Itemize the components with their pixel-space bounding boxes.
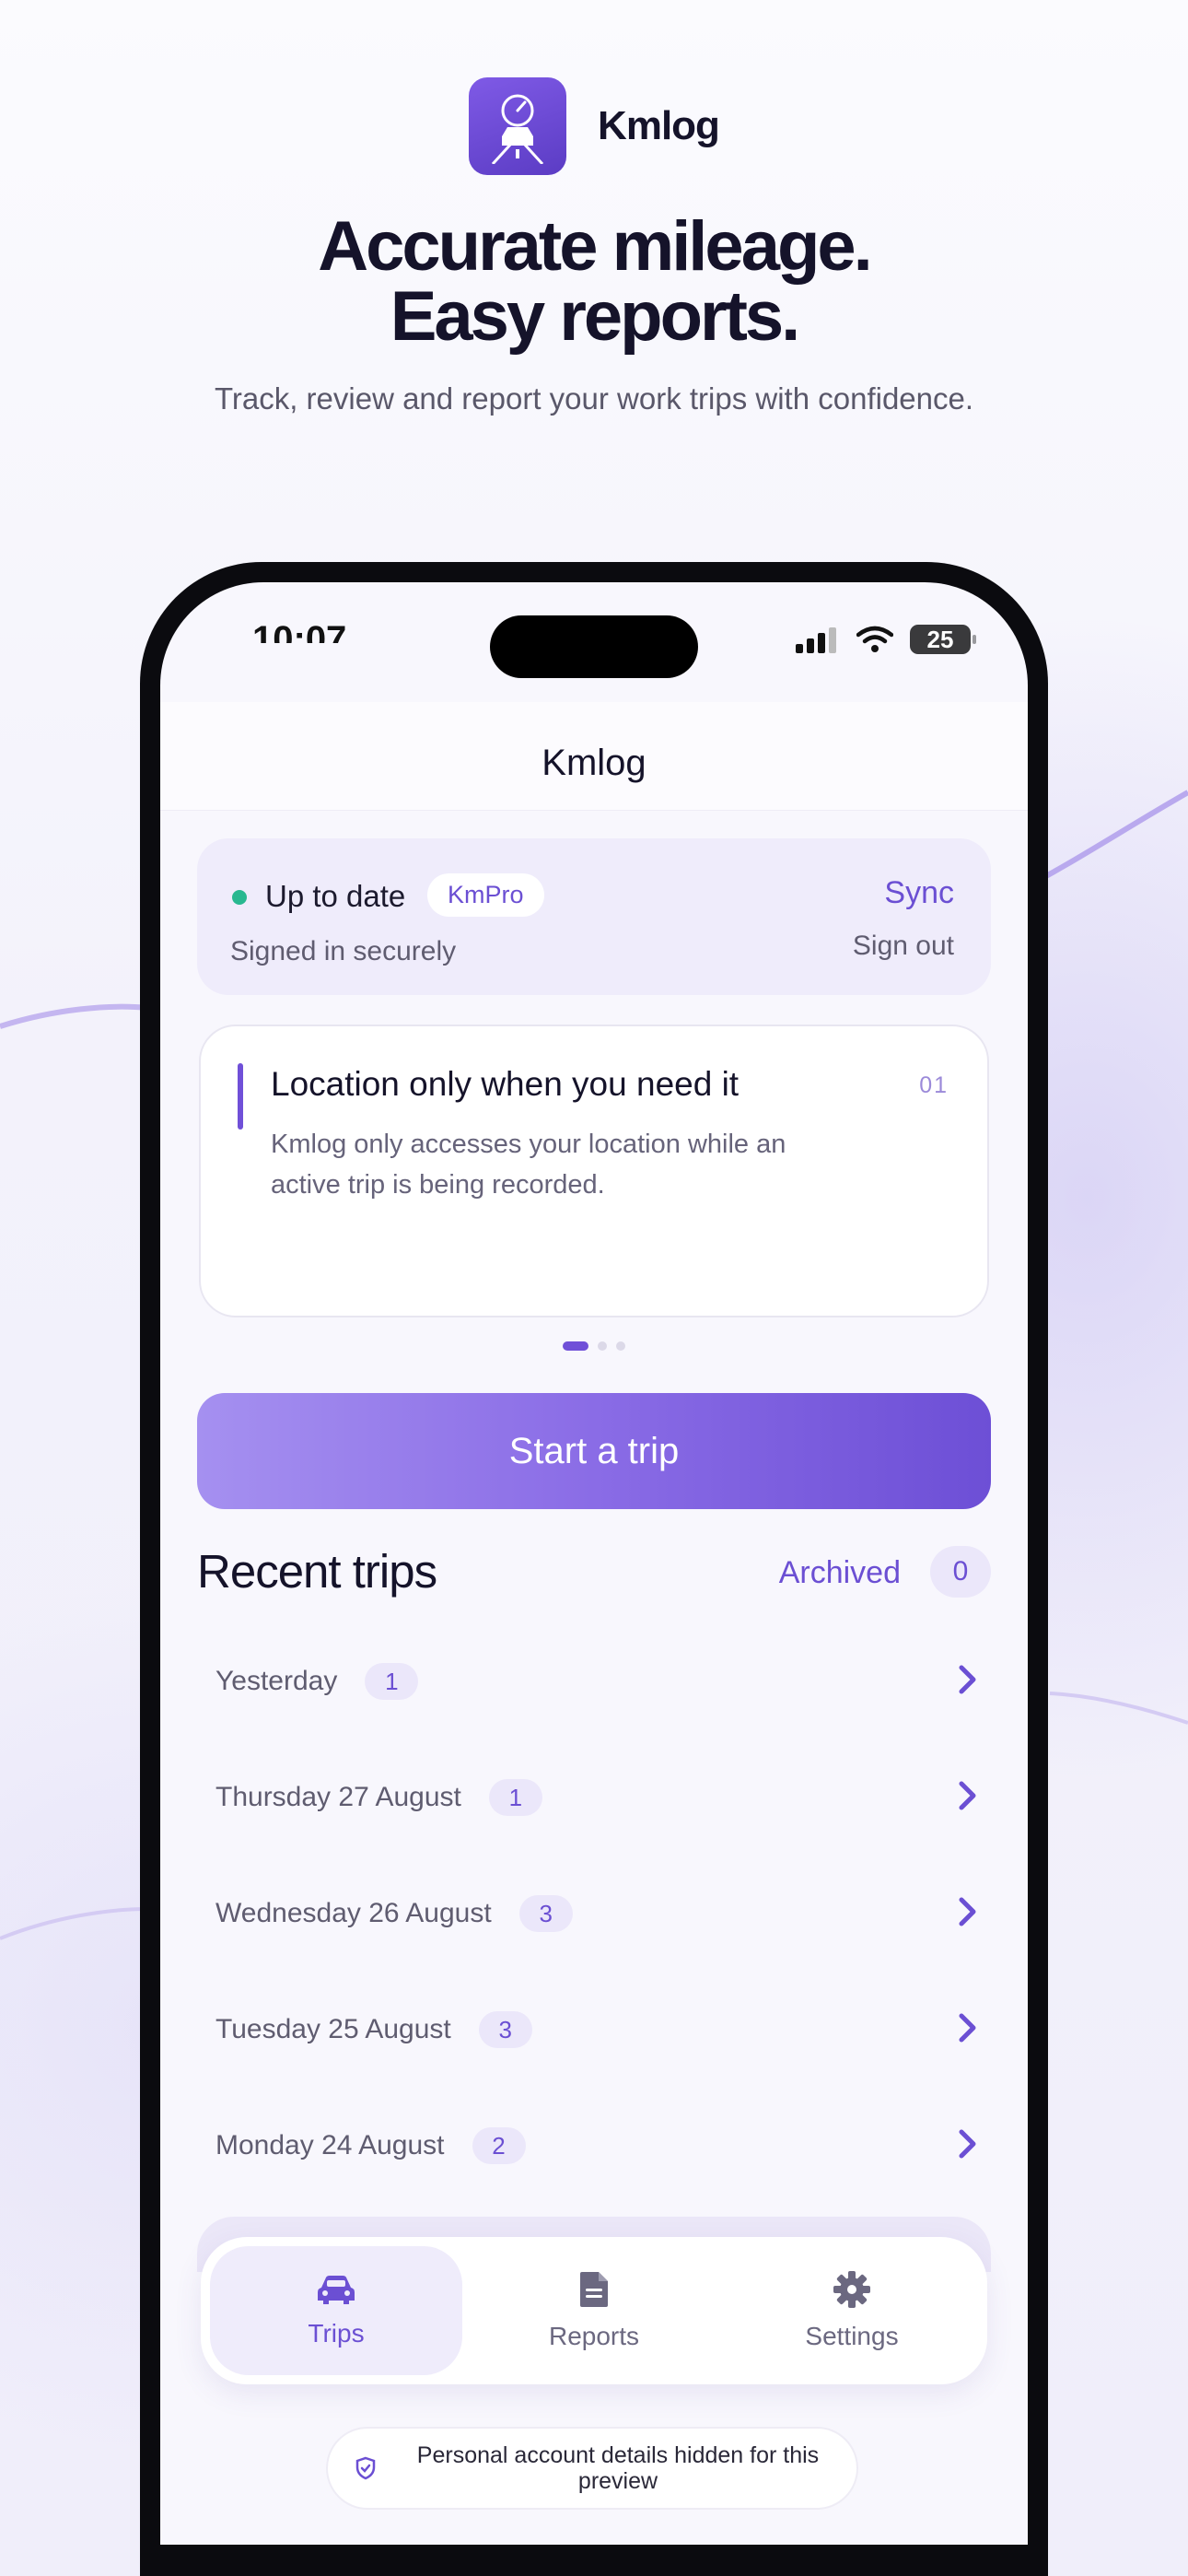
sync-button[interactable]: Sync	[884, 875, 954, 911]
status-dot	[232, 890, 247, 905]
status-time: 10:07	[252, 619, 347, 643]
pager-dot-1[interactable]	[563, 1341, 588, 1351]
tab-label: Reports	[548, 2322, 640, 2350]
signed-in-text: Signed in securely	[230, 936, 457, 966]
plan-badge: KmPro	[427, 873, 544, 917]
start-trip-button[interactable]: Start a trip	[197, 1393, 991, 1509]
trip-day-row[interactable]: Yesterday 1	[197, 1623, 991, 1739]
trip-count-badge: 1	[365, 1663, 419, 1700]
trip-day-row[interactable]: Tuesday 25 August 3	[197, 1972, 991, 2088]
privacy-note: Personal account details hidden for this…	[326, 2427, 858, 2510]
sync-status-card: Up to date KmPro Signed in securely Sync…	[197, 838, 991, 995]
signal-icon	[796, 627, 836, 653]
chevron-right-icon	[959, 2013, 976, 2043]
car-icon	[318, 2276, 355, 2304]
tab-trips[interactable]: Trips	[210, 2246, 462, 2375]
brand-header: Kmlog	[0, 77, 1188, 175]
brand-name: Kmlog	[598, 103, 720, 148]
chevron-right-icon	[959, 1781, 976, 1810]
archived-link[interactable]: Archived	[779, 1555, 901, 1591]
info-card-index: 01	[919, 1072, 949, 1098]
trip-count-badge: 1	[488, 1779, 542, 1816]
tab-reports[interactable]: Reports	[468, 2246, 720, 2375]
trip-day-row[interactable]: Thursday 27 August 1	[197, 1739, 991, 1856]
archived-count-badge[interactable]: 0	[930, 1546, 991, 1598]
shield-check-icon	[355, 2456, 376, 2480]
trip-count-badge: 3	[478, 2011, 532, 2048]
subheadline: Track, review and report your work trips…	[214, 381, 974, 416]
info-card-body: Kmlog only accesses your location while …	[271, 1130, 786, 1200]
nav-title: Kmlog	[542, 743, 646, 783]
pager-dot-2[interactable]	[598, 1341, 607, 1351]
sign-out-button[interactable]: Sign out	[853, 931, 954, 962]
trip-day-row[interactable]: Monday 24 August 2	[197, 2088, 991, 2204]
privacy-note-text: Personal account details hidden for this…	[416, 2442, 820, 2494]
carousel-pager[interactable]	[160, 1341, 1028, 1351]
document-icon	[580, 2272, 608, 2307]
chevron-right-icon	[959, 1665, 976, 1694]
gear-icon	[833, 2271, 870, 2308]
sync-status-text: Up to date	[265, 879, 406, 913]
trip-day-label: Yesterday	[215, 1666, 338, 1696]
headline-line-1: Accurate mileage.	[318, 207, 873, 286]
tab-settings[interactable]: Settings	[726, 2246, 978, 2375]
wifi-icon	[856, 626, 893, 652]
trip-day-row[interactable]: Wednesday 26 August 3	[197, 1856, 991, 1972]
headline: Accurate mileage. Easy reports.	[0, 212, 1188, 352]
phone-frame: 10:07 25 Kmlog Up to date KmPro Signed i	[140, 562, 1048, 2576]
trip-count-badge: 2	[472, 2127, 526, 2164]
accent-bar	[238, 1063, 243, 1130]
tab-label: Settings	[805, 2322, 899, 2350]
trip-day-label: Thursday 27 August	[215, 1782, 461, 1812]
dynamic-island	[490, 615, 698, 678]
info-carousel-card[interactable]: Location only when you need it 01 Kmlog …	[199, 1025, 989, 1317]
navigation-bar: Kmlog	[160, 702, 1028, 811]
chevron-right-icon	[959, 2129, 976, 2159]
trip-day-label: Wednesday 26 August	[215, 1898, 492, 1928]
trip-day-label: Monday 24 August	[215, 2130, 445, 2160]
tab-bar: Trips Reports Settings	[201, 2237, 987, 2384]
tab-label: Trips	[308, 2319, 365, 2348]
info-card-title: Location only when you need it	[271, 1065, 740, 1103]
trip-count-badge: 3	[518, 1895, 573, 1932]
recent-trips-title: Recent trips	[197, 1545, 437, 1598]
trip-day-label: Tuesday 25 August	[215, 2014, 451, 2044]
phone-screen: 10:07 25 Kmlog Up to date KmPro Signed i	[160, 582, 1028, 2545]
trip-day-list: Yesterday 1 Thursday 27 August 1 Wednesd…	[197, 1623, 991, 2204]
speedometer-car-icon	[469, 77, 567, 175]
headline-line-2: Easy reports.	[390, 277, 801, 356]
status-indicators: 25	[796, 625, 976, 654]
chevron-right-icon	[959, 1897, 976, 1926]
battery-indicator: 25	[910, 625, 976, 654]
pager-dot-3[interactable]	[616, 1341, 625, 1351]
